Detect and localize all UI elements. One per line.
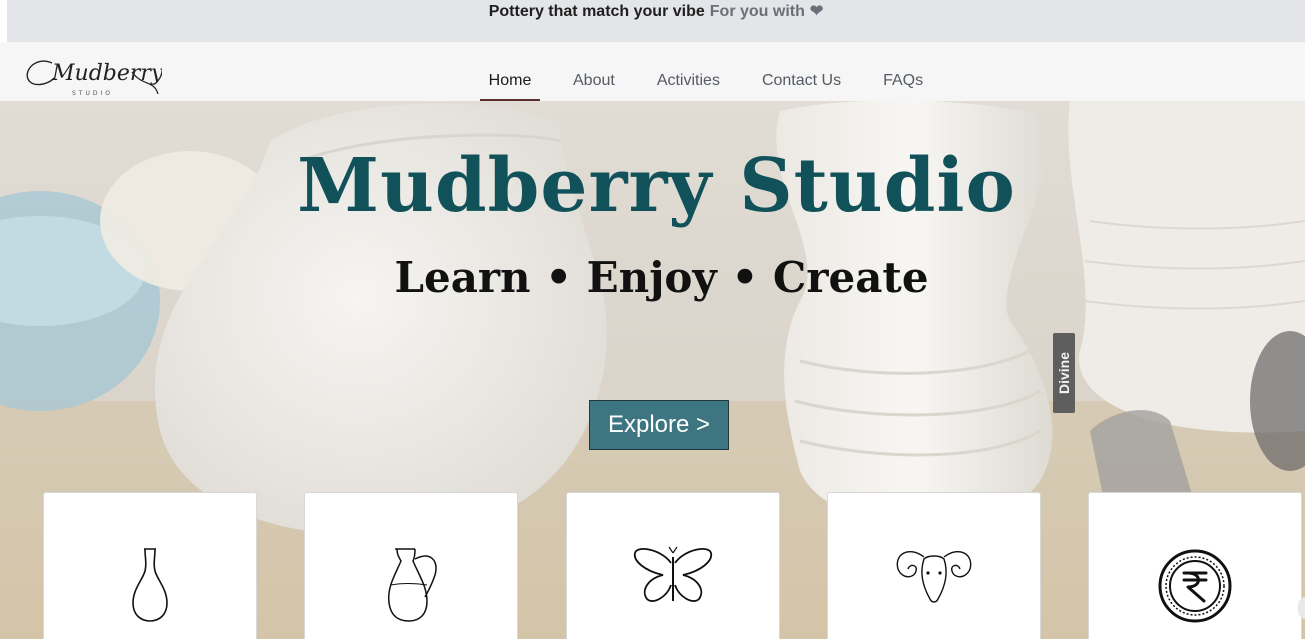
hero-section: Mudberry Studio Learn • Enjoy • Create E… xyxy=(0,101,1305,639)
rupee-coin-icon xyxy=(1158,549,1232,623)
vase-icon xyxy=(132,548,168,622)
logo[interactable]: Mudberry STUDIO xyxy=(22,50,162,100)
hero-title: Mudberry Studio xyxy=(297,143,1016,229)
category-card-ram[interactable] xyxy=(827,492,1041,639)
divine-tag: Divine xyxy=(1053,333,1075,413)
main-nav: Home About Activities Contact Us FAQs xyxy=(480,42,923,101)
category-card-jug[interactable] xyxy=(304,492,518,639)
category-card-rupee[interactable] xyxy=(1088,492,1302,639)
hero-subtitle: Learn • Enjoy • Create xyxy=(394,253,929,302)
logo-subtext: STUDIO xyxy=(72,90,113,97)
explore-button[interactable]: Explore > xyxy=(589,400,729,450)
butterfly-icon xyxy=(633,546,713,602)
category-card-vase[interactable] xyxy=(43,492,257,639)
scroll-handle[interactable] xyxy=(1298,597,1305,619)
heart-icon: ❤ xyxy=(809,3,824,20)
nav-about[interactable]: About xyxy=(573,42,615,101)
nav-faqs[interactable]: FAQs xyxy=(883,42,923,101)
announcement-tail: For you with xyxy=(709,3,805,20)
category-card-butterfly[interactable] xyxy=(566,492,780,639)
announcement-bar: Pottery that match your vibe For you wit… xyxy=(7,0,1305,42)
nav-contact-us[interactable]: Contact Us xyxy=(762,42,841,101)
announcement-lead: Pottery that match your vibe xyxy=(488,3,705,20)
nav-activities[interactable]: Activities xyxy=(657,42,720,101)
ram-icon xyxy=(896,551,972,603)
jug-icon xyxy=(387,548,437,622)
divine-tag-label: Divine xyxy=(1056,351,1072,395)
site-header: Mudberry STUDIO Home About Activities Co… xyxy=(0,42,1305,101)
nav-home[interactable]: Home xyxy=(480,42,540,101)
